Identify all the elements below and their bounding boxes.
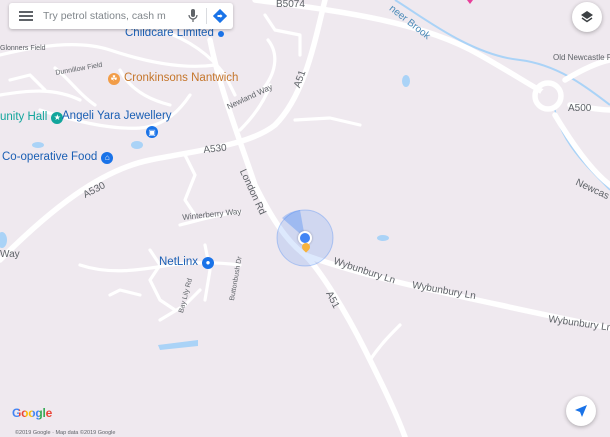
shopping-icon[interactable]: ▣ xyxy=(146,126,158,138)
childcare-label: Childcare Limited xyxy=(125,27,214,39)
navigation-arrow-icon xyxy=(575,405,587,417)
poi-coop[interactable]: Co-operative Food ⌂ xyxy=(2,151,114,164)
search-input[interactable]: Try petrol stations, cash m xyxy=(43,10,180,22)
road-label-a500: A500 xyxy=(568,103,592,114)
cronkinsons-label: Cronkinsons Nantwich xyxy=(124,72,239,85)
road-label-b5074: B5074 xyxy=(276,0,305,10)
google-logo-text: Google xyxy=(12,406,53,420)
directions-icon[interactable] xyxy=(207,3,233,29)
road-label-glonners-field: Glonners Field xyxy=(0,45,46,52)
layers-button[interactable] xyxy=(572,2,602,32)
google-logo: Google xyxy=(12,406,52,420)
angeli-yara-label: Angeli Yara Jewellery xyxy=(62,110,172,122)
menu-icon[interactable] xyxy=(19,9,33,23)
community-hall-label: unity Hall xyxy=(0,111,48,124)
netlinx-label: NetLinx xyxy=(159,256,198,269)
poi-netlinx[interactable]: NetLinx ● xyxy=(159,257,214,269)
map-view[interactable]: B5074 neer Brook A51 A530 A530 A500 Lond… xyxy=(0,0,610,437)
road-label-old-newcastle-rd: Old Newcastle R xyxy=(553,53,610,62)
poi-cronkinsons[interactable]: ☘ Cronkinsons Nantwich xyxy=(108,73,238,85)
search-bar[interactable]: Try petrol stations, cash m xyxy=(9,3,233,29)
food-icon: ☘ xyxy=(108,73,120,85)
business-icon: ● xyxy=(202,257,214,269)
shopping-cart-icon: ⌂ xyxy=(101,152,114,164)
coop-label: Co-operative Food xyxy=(2,151,98,164)
poi-community-hall[interactable]: unity Hall ★ xyxy=(0,111,64,124)
layers-icon xyxy=(581,11,593,23)
road-label-way-left: Way xyxy=(0,249,20,260)
poi-childcare[interactable]: Childcare Limited xyxy=(125,27,224,40)
my-location-button[interactable] xyxy=(566,396,596,426)
map-attribution: ©2019 Google · Map data ©2019 Google xyxy=(15,430,116,436)
microphone-icon[interactable] xyxy=(180,3,206,29)
poi-angeli-yara[interactable]: Angeli Yara Jewellery xyxy=(62,110,172,123)
pin-marker-icon xyxy=(217,30,224,37)
